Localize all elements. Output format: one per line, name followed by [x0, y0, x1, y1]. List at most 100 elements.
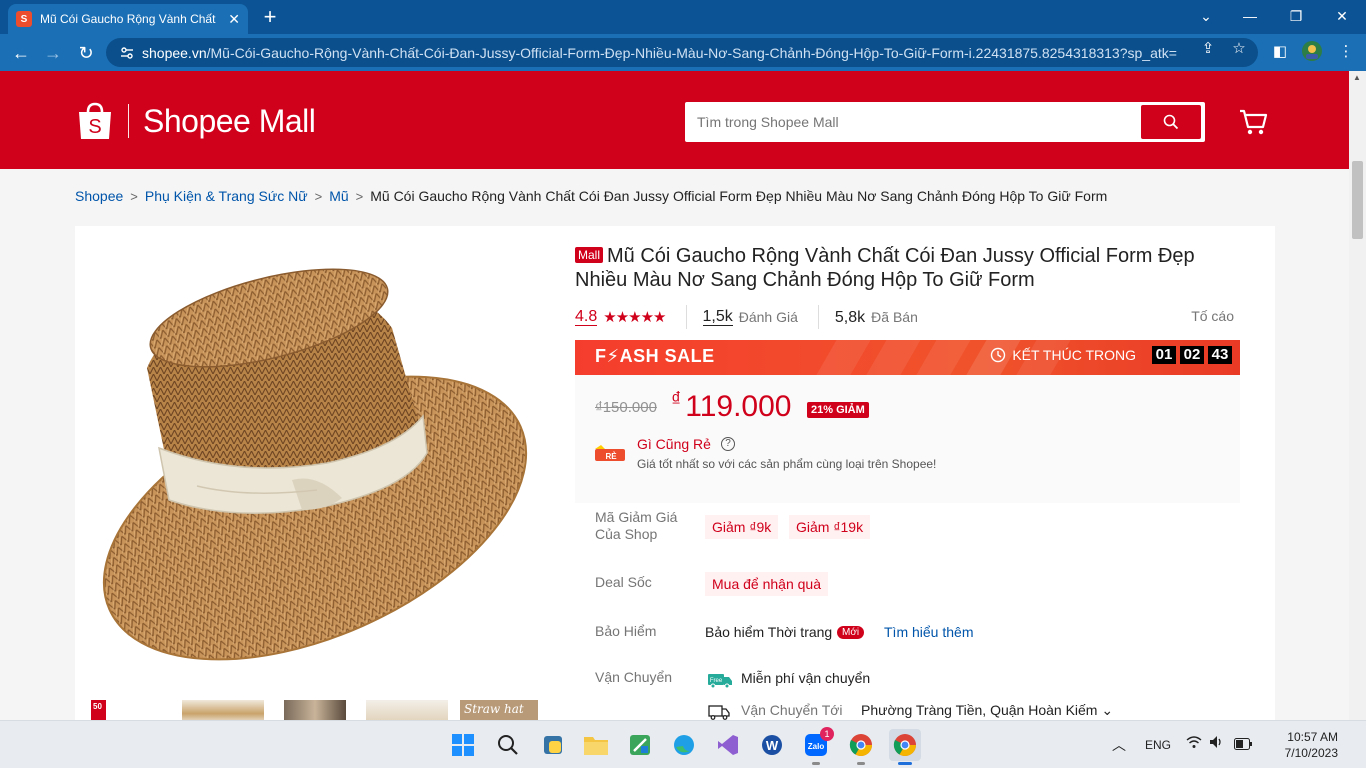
- maximize-button[interactable]: ❐: [1276, 4, 1316, 28]
- breadcrumb: Shopee > Phụ Kiện & Trang Sức Nữ > Mũ > …: [75, 188, 1107, 204]
- forward-button[interactable]: →: [40, 40, 66, 66]
- free-shipping-icon: Free: [708, 674, 732, 688]
- battery-icon[interactable]: [1234, 737, 1252, 755]
- product-card: 50 Straw hat Mall Mũ Cói Gaucho Rộng Vành…: [75, 226, 1275, 720]
- search-button[interactable]: [1141, 105, 1201, 139]
- chrome-profile-1-icon[interactable]: [845, 729, 877, 765]
- notification-badge: 1: [820, 727, 834, 741]
- side-panel-icon[interactable]: ◧: [1268, 40, 1292, 64]
- cart-icon[interactable]: [1238, 107, 1268, 137]
- new-tab-button[interactable]: +: [258, 6, 282, 30]
- product-main-image[interactable]: [87, 248, 557, 688]
- chrome-menu-icon[interactable]: ⋮: [1334, 40, 1358, 64]
- start-menu-icon[interactable]: [447, 729, 479, 761]
- breadcrumb-hats[interactable]: Mũ: [329, 188, 348, 204]
- visual-studio-icon[interactable]: [712, 729, 744, 761]
- report-link[interactable]: Tố cáo: [1191, 308, 1234, 324]
- ship-to-label: Vận Chuyển Tới: [741, 702, 843, 718]
- deal-value[interactable]: Mua để nhận quà: [705, 572, 828, 596]
- breadcrumb-accessories[interactable]: Phụ Kiện & Trang Sức Nữ: [145, 188, 308, 204]
- edge-browser-icon[interactable]: [668, 729, 700, 761]
- tab-search-icon[interactable]: ⌄: [1186, 4, 1226, 28]
- cheap-title[interactable]: Gì Cũng Rẻ: [637, 436, 711, 452]
- sold-count: 5,8k: [834, 308, 866, 326]
- voucher-9k[interactable]: Giảm ₫9k: [705, 515, 779, 539]
- breadcrumb-shopee[interactable]: Shopee: [75, 188, 123, 204]
- flash-sale-title: F⚡ASH SALE: [595, 346, 715, 366]
- taskbar-search-icon[interactable]: [492, 729, 524, 761]
- reviews-label: Đánh Giá: [738, 309, 798, 325]
- countdown-seconds: 43: [1208, 346, 1232, 364]
- thumbnail-caption: Straw hat: [464, 702, 524, 716]
- taskbar-clock[interactable]: 10:57 AM 7/10/2023: [1285, 729, 1338, 761]
- countdown-hours: 01: [1152, 346, 1176, 364]
- minimize-button[interactable]: —: [1230, 4, 1270, 28]
- voucher-label: Mã Giảm Giá Của Shop: [595, 509, 678, 542]
- product-info: Mall Mũ Cói Gaucho Rộng Vành Chất Cói Đan…: [575, 244, 1240, 720]
- svg-text:Zalo: Zalo: [808, 742, 825, 751]
- tab-close-icon[interactable]: ✕: [228, 11, 240, 28]
- cheap-price-icon: RẺ: [595, 445, 625, 461]
- svg-text:Free: Free: [710, 678, 723, 684]
- shopee-mall-logo[interactable]: S Shopee Mall: [76, 101, 316, 141]
- svg-text:S: S: [88, 116, 101, 138]
- browser-tab[interactable]: S Mũ Cói Gaucho Rộng Vành Chất ✕: [8, 4, 248, 34]
- share-icon[interactable]: ⇪: [1197, 38, 1219, 60]
- insurance-label: Bảo Hiểm: [595, 623, 657, 639]
- ship-to-dropdown[interactable]: Phường Tràng Tiền, Quận Hoàn Kiếm ⌄: [861, 702, 1113, 719]
- learn-more-link[interactable]: Tìm hiểu thêm: [884, 624, 973, 640]
- voucher-19k[interactable]: Giảm ₫19k: [789, 515, 871, 539]
- site-info-icon[interactable]: [120, 46, 134, 60]
- search-icon: [1163, 114, 1179, 130]
- clock-date: 7/10/2023: [1284, 746, 1338, 760]
- shipping-label: Vận Chuyển: [595, 669, 673, 685]
- reload-button[interactable]: ↻: [73, 40, 99, 66]
- scrollbar-thumb[interactable]: [1352, 161, 1363, 239]
- rating-value[interactable]: 4.8: [575, 308, 598, 326]
- shopee-bag-icon: S: [79, 102, 111, 139]
- close-window-button[interactable]: ✕: [1322, 4, 1362, 28]
- thumbnail-2[interactable]: [182, 700, 264, 720]
- sold-label: Đã Bán: [871, 309, 918, 325]
- zalo-app-icon[interactable]: Zalo 1: [800, 727, 834, 765]
- cheap-description: Giá tốt nhất so với các sản phẩm cùng lo…: [637, 457, 937, 471]
- svg-text:W: W: [766, 738, 779, 753]
- tab-title: Mũ Cói Gaucho Rộng Vành Chất: [40, 12, 216, 26]
- url-text: shopee.vn/Mũ-Cói-Gaucho-Rộng-Vành-Chất-C…: [142, 44, 1177, 61]
- search-input[interactable]: [685, 102, 1135, 142]
- current-price: ₫ 119.000: [671, 389, 792, 423]
- bookmark-star-icon[interactable]: ☆: [1228, 38, 1250, 60]
- word-app-icon[interactable]: W: [756, 729, 788, 761]
- chevron-down-icon: ⌄: [1101, 702, 1114, 718]
- original-price: ₫150.000: [595, 399, 657, 416]
- thumbnail-3[interactable]: [284, 700, 346, 720]
- thumbnail-5[interactable]: Straw hat: [460, 700, 538, 720]
- python-app-icon[interactable]: [537, 729, 569, 761]
- chevron-right-icon: >: [314, 188, 323, 204]
- browser-tab-bar: S Mũ Cói Gaucho Rộng Vành Chất ✕ + ⌄ — ❐…: [0, 0, 1366, 34]
- wifi-icon[interactable]: [1186, 735, 1202, 754]
- thumbnail-badge: 50: [93, 702, 102, 711]
- shopee-favicon-icon: S: [16, 11, 32, 27]
- volume-icon[interactable]: [1209, 735, 1225, 754]
- help-icon[interactable]: ?: [721, 437, 735, 451]
- reviews-count[interactable]: 1,5k: [702, 308, 733, 326]
- address-bar[interactable]: shopee.vn/Mũ-Cói-Gaucho-Rộng-Vành-Chất-C…: [106, 38, 1258, 67]
- flash-sale-banner: F⚡ASH SALE KẾT THÚC TRONG 01 02 43: [575, 340, 1240, 375]
- countdown-label: KẾT THÚC TRONG: [1012, 347, 1136, 363]
- svg-text:RẺ: RẺ: [605, 452, 617, 461]
- thumbnail-1[interactable]: 50: [91, 700, 106, 720]
- back-button[interactable]: ←: [8, 40, 34, 66]
- search-box: [685, 102, 1205, 142]
- page-scrollbar[interactable]: ▲: [1349, 71, 1366, 720]
- shopee-mall-header: S Shopee Mall: [0, 71, 1349, 169]
- language-indicator[interactable]: ENG: [1145, 738, 1171, 752]
- snipping-tool-icon[interactable]: [624, 729, 656, 761]
- thumbnail-4[interactable]: [366, 700, 448, 720]
- file-explorer-icon[interactable]: [580, 729, 612, 761]
- show-hidden-icons-chevron-icon[interactable]: ︿: [1112, 735, 1126, 755]
- chrome-profile-2-icon[interactable]: [889, 729, 921, 765]
- product-stats: 4.8 ★★★★★ 1,5k Đánh Giá 5,8k Đã Bán Tố c…: [575, 304, 1240, 330]
- product-title-text: Mũ Cói Gaucho Rộng Vành Chất Cói Đan Jus…: [575, 245, 1195, 291]
- profile-avatar[interactable]: [1300, 40, 1324, 64]
